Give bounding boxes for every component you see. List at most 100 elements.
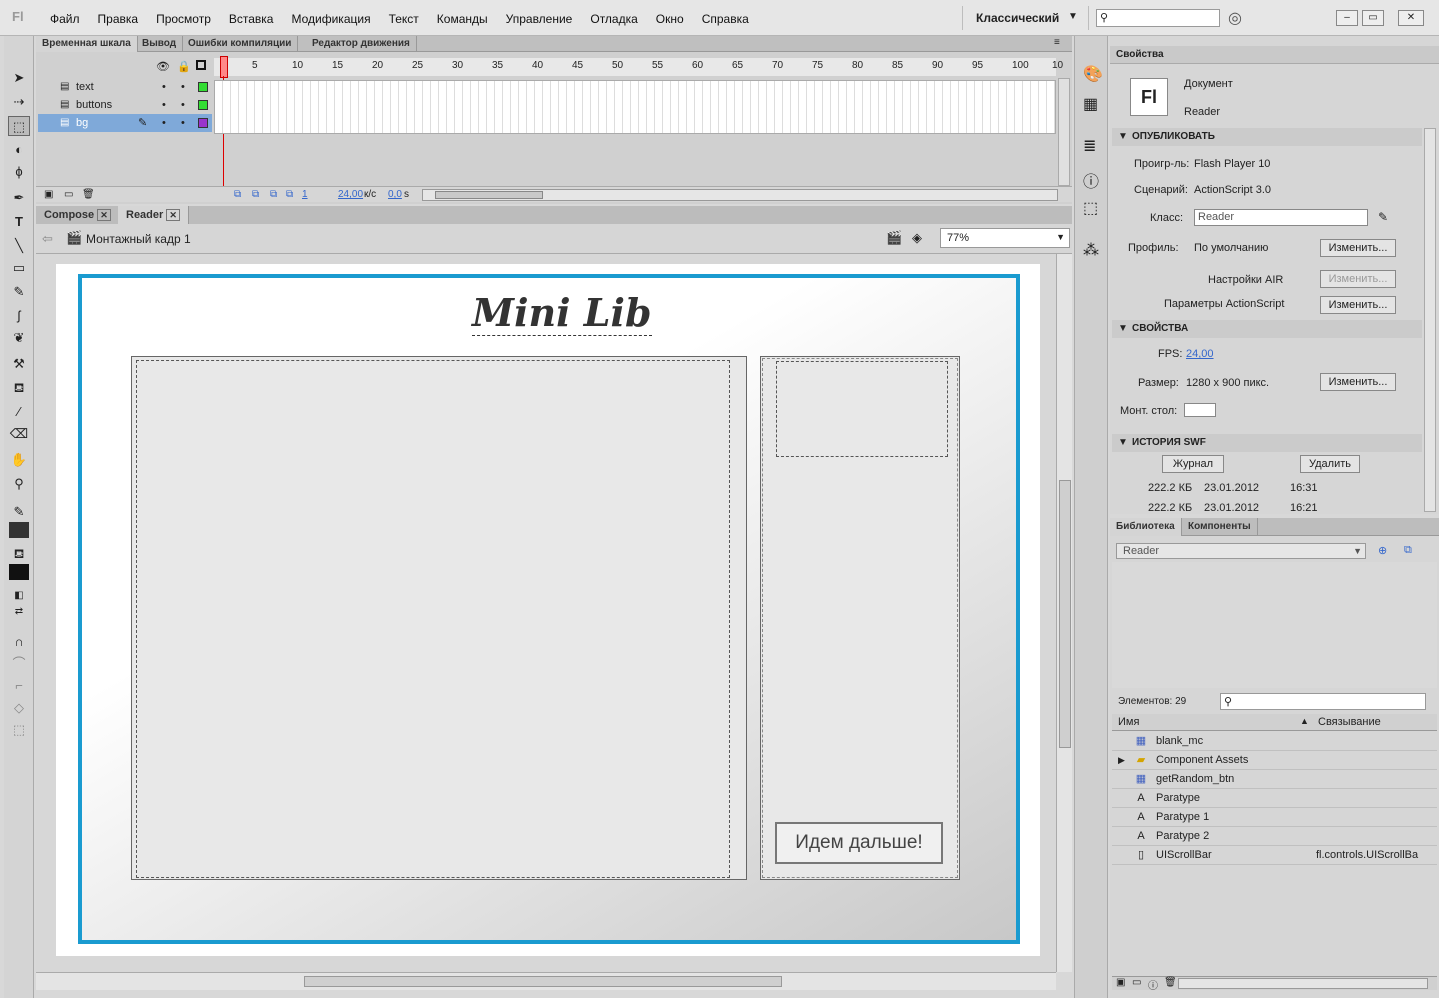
delete-layer-icon[interactable]: 🗑 [82, 189, 95, 200]
edit-multiple-icon[interactable]: ⧉ [286, 189, 293, 200]
3d-rotation-tool-icon[interactable]: ◐ [8, 140, 30, 160]
info-icon[interactable]: ⓘ [1083, 168, 1099, 192]
elapsed-time[interactable]: 0,0 [388, 189, 402, 200]
column-linkage[interactable]: Связывание [1318, 716, 1381, 728]
playhead[interactable] [220, 56, 228, 78]
help-search-input[interactable]: ⚲ [1096, 9, 1220, 27]
onion-skin-icon[interactable]: ⧉ [252, 189, 259, 200]
section-properties[interactable]: ▼ СВОЙСТВА [1112, 320, 1422, 338]
library-item[interactable]: ▦ getRandom_btn [1112, 770, 1437, 789]
line-tool-icon[interactable]: ╲ [8, 236, 30, 256]
paint-bucket-tool-icon[interactable]: ⛾ [8, 378, 30, 398]
lock-all-icon[interactable]: 🔒 [177, 60, 191, 73]
center-frame-icon[interactable]: ⧉ [234, 189, 241, 200]
layer-name[interactable]: bg [76, 114, 88, 132]
eyedropper-tool-icon[interactable]: ⁄ [8, 402, 30, 422]
fill-color-swatch[interactable] [9, 564, 29, 580]
maximize-button[interactable]: ▭ [1362, 10, 1384, 26]
frame-rate[interactable]: 24,00 [338, 189, 363, 200]
edit-symbols-icon[interactable]: ◈ [912, 230, 922, 246]
library-item[interactable]: ▶ ▰ Component Assets [1112, 751, 1437, 770]
stage-vertical-scrollbar[interactable] [1056, 254, 1072, 972]
sort-arrow-icon[interactable]: ▲ [1300, 716, 1309, 726]
stage-horizontal-scrollbar[interactable] [36, 972, 1056, 990]
selection-tool-icon[interactable]: ➤ [8, 68, 30, 88]
tab-reader[interactable]: Reader ✕ [118, 206, 189, 224]
lock-dot[interactable]: • [181, 78, 185, 96]
smooth-icon[interactable]: ⌒ [8, 654, 30, 674]
delete-icon[interactable]: 🗑 [1164, 977, 1177, 988]
stage-color-swatch[interactable] [1184, 403, 1216, 417]
panel-menu-icon[interactable]: ≡ [1054, 37, 1060, 48]
scroll-thumb[interactable] [304, 976, 782, 987]
new-folder-icon[interactable]: ▭ [64, 189, 73, 200]
visible-dot[interactable]: • [162, 114, 166, 132]
swatches-icon[interactable]: ▦ [1083, 94, 1098, 114]
subselection-tool-icon[interactable]: ⇢ [8, 92, 30, 112]
close-button[interactable]: ✕ [1398, 10, 1424, 26]
layer-row[interactable]: ▤ buttons • • [38, 96, 212, 114]
layer-row-selected[interactable]: ▤ bg ✎ • • [38, 114, 212, 132]
delete-history-button[interactable]: Удалить [1300, 455, 1360, 473]
next-button[interactable]: Идем дальше! [775, 822, 943, 864]
menu-item[interactable]: Текст [389, 12, 419, 26]
workspace-dropdown-icon[interactable]: ▼ [1068, 11, 1078, 22]
text-tool-icon[interactable]: T [8, 212, 30, 232]
menu-item[interactable]: Управление [506, 12, 573, 26]
menu-item[interactable]: Отладка [590, 12, 637, 26]
profile-change-button[interactable]: Изменить... [1320, 239, 1396, 257]
reading-area[interactable] [136, 360, 730, 878]
rectangle-tool-icon[interactable]: ▭ [8, 258, 30, 278]
tab-library[interactable]: Библиотека [1110, 518, 1182, 536]
air-change-button[interactable]: Изменить... [1320, 270, 1396, 288]
show-hide-all-icon[interactable]: 👁 [156, 60, 170, 73]
align-icon[interactable]: ≣ [1083, 136, 1096, 156]
visible-dot[interactable]: • [162, 78, 166, 96]
free-transform-tool-icon[interactable]: ⬚ [8, 116, 30, 136]
layer-outline-color[interactable] [198, 118, 208, 128]
minimize-button[interactable]: – [1336, 10, 1358, 26]
back-arrow-icon[interactable]: ⇦ [42, 231, 53, 247]
menu-item[interactable]: Окно [656, 12, 684, 26]
snap-to-objects-icon[interactable]: ∩ [8, 632, 30, 652]
color-panel-icon[interactable]: 🎨 [1083, 64, 1103, 84]
eraser-tool-icon[interactable]: ⌫ [8, 424, 30, 444]
new-folder-icon[interactable]: ▭ [1132, 977, 1141, 988]
library-item[interactable]: ▦ blank_mc [1112, 732, 1437, 751]
swap-colors-icon[interactable]: ⇄ [8, 602, 30, 622]
tab-output[interactable]: Вывод [136, 36, 184, 52]
stage[interactable]: Mini Lib Идем дальше! [56, 264, 1040, 956]
library-item[interactable]: A Paratype 1 [1112, 808, 1437, 827]
properties-tab[interactable]: Свойства [1110, 46, 1439, 64]
library-item[interactable]: A Paratype 2 [1112, 827, 1437, 846]
new-symbol-icon[interactable]: ▣ [1116, 977, 1125, 988]
menu-item[interactable]: Справка [702, 12, 749, 26]
close-tab-icon[interactable]: ✕ [97, 209, 111, 221]
pin-library-icon[interactable]: ⊕ [1378, 544, 1387, 557]
library-item[interactable]: ▯ UIScrollBar fl.controls.UIScrollBa [1112, 846, 1437, 865]
timeline-horizontal-scrollbar[interactable] [422, 189, 1058, 201]
close-tab-icon[interactable]: ✕ [166, 209, 180, 221]
brush-tool-icon[interactable]: ʃ [8, 306, 30, 326]
lock-dot[interactable]: • [181, 96, 185, 114]
scroll-thumb[interactable] [435, 191, 543, 199]
menu-item[interactable]: Файл [50, 12, 80, 26]
layer-outline-color[interactable] [198, 82, 208, 92]
properties-icon[interactable]: ⓘ [1148, 977, 1158, 992]
scale-icon[interactable]: ⬚ [8, 720, 30, 740]
visible-dot[interactable]: • [162, 96, 166, 114]
zoom-tool-icon[interactable]: ⚲ [8, 474, 30, 494]
library-search-input[interactable]: ⚲ [1220, 693, 1426, 710]
menu-item[interactable]: Модификация [291, 12, 370, 26]
layer-name[interactable]: buttons [76, 96, 112, 114]
section-swf-history[interactable]: ▼ ИСТОРИЯ SWF [1112, 434, 1422, 452]
workspace-switcher[interactable]: Классический [976, 11, 1059, 25]
edit-class-pencil-icon[interactable]: ✎ [1378, 210, 1388, 224]
lasso-tool-icon[interactable]: ϕ [8, 162, 30, 182]
layer-row[interactable]: ▤ text • • [38, 78, 212, 96]
pen-tool-icon[interactable]: ✒ [8, 188, 30, 208]
layer-name[interactable]: text [76, 78, 94, 96]
journal-button[interactable]: Журнал [1162, 455, 1224, 473]
pencil-tool-icon[interactable]: ✎ [8, 282, 30, 302]
fill-color-icon[interactable]: ⛾ [8, 544, 30, 564]
